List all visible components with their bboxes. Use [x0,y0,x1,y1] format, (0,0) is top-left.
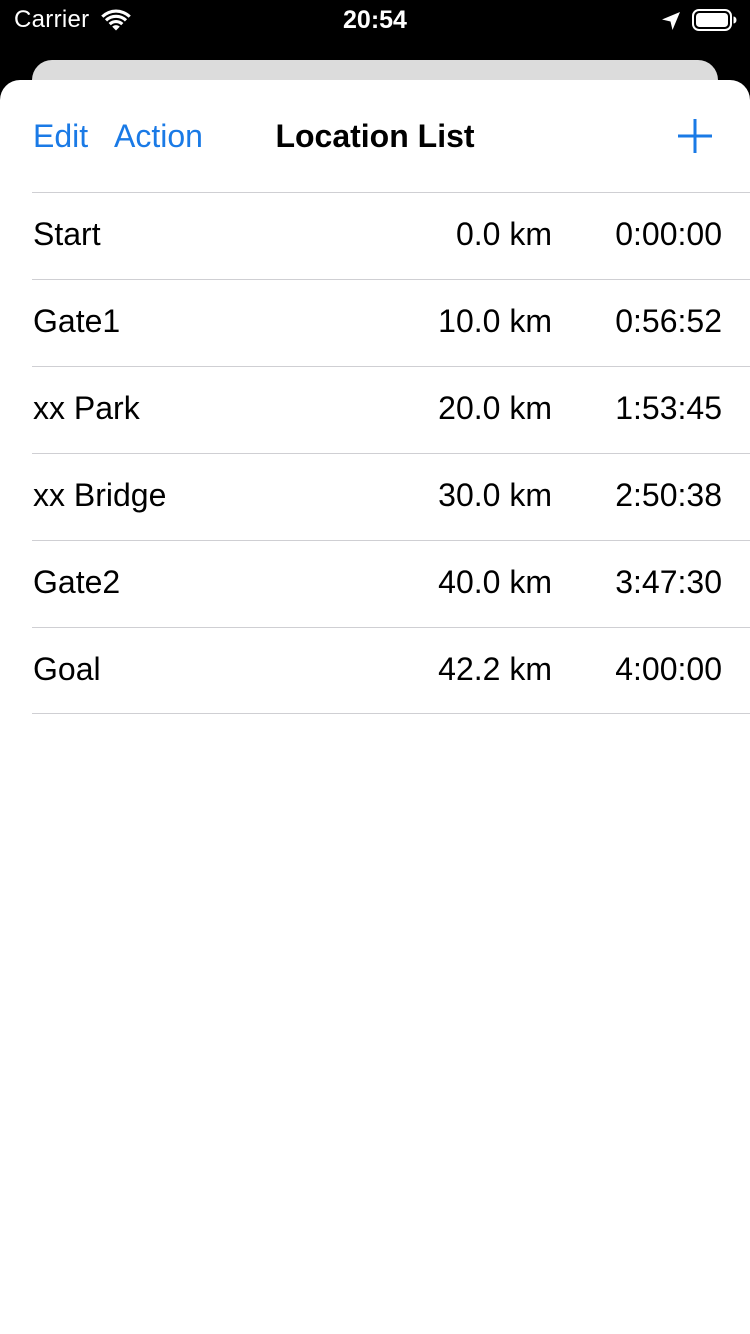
location-time: 2:50:38 [615,477,722,513]
location-distance: 40.0 km [438,564,552,600]
status-time: 20:54 [343,6,407,34]
location-name: Start [33,216,101,252]
list-item[interactable]: Goal 42.2 km 4:00:00 [32,627,750,714]
battery-icon [692,9,737,31]
location-distance: 42.2 km [438,651,552,687]
location-time: 3:47:30 [615,564,722,600]
plus-icon[interactable] [676,117,714,155]
page-title: Location List [275,118,475,154]
location-list-sheet: Edit Action Location List Start 0.0 km 0… [0,80,750,1334]
location-name: Gate2 [33,564,121,600]
location-distance: 0.0 km [455,216,552,252]
location-distance: 20.0 km [438,390,552,426]
list-item[interactable]: Start 0.0 km 0:00:00 [32,192,750,279]
location-list: Start 0.0 km 0:00:00 Gate1 10.0 km 0:56:… [32,192,750,714]
location-time: 0:56:52 [615,303,722,339]
location-arrow-icon [662,12,680,30]
screen: Carrier 20:54 Edit Action Location List … [0,0,750,1334]
list-item[interactable]: xx Park 20.0 km 1:53:45 [32,366,750,453]
location-distance: 30.0 km [438,477,552,513]
location-name: Gate1 [33,303,121,339]
location-name: Goal [33,651,101,687]
location-name: xx Park [33,390,140,426]
location-distance: 10.0 km [438,303,552,339]
list-item[interactable]: Gate2 40.0 km 3:47:30 [32,540,750,627]
location-name: xx Bridge [33,477,167,513]
location-time: 1:53:45 [615,390,722,426]
navigation-bar: Edit Action Location List [0,80,750,192]
list-item[interactable]: xx Bridge 30.0 km 2:50:38 [32,453,750,540]
location-time: 0:00:00 [615,216,722,252]
status-bar: Carrier 20:54 [0,0,750,40]
list-item[interactable]: Gate1 10.0 km 0:56:52 [32,279,750,366]
location-time: 4:00:00 [615,651,722,687]
